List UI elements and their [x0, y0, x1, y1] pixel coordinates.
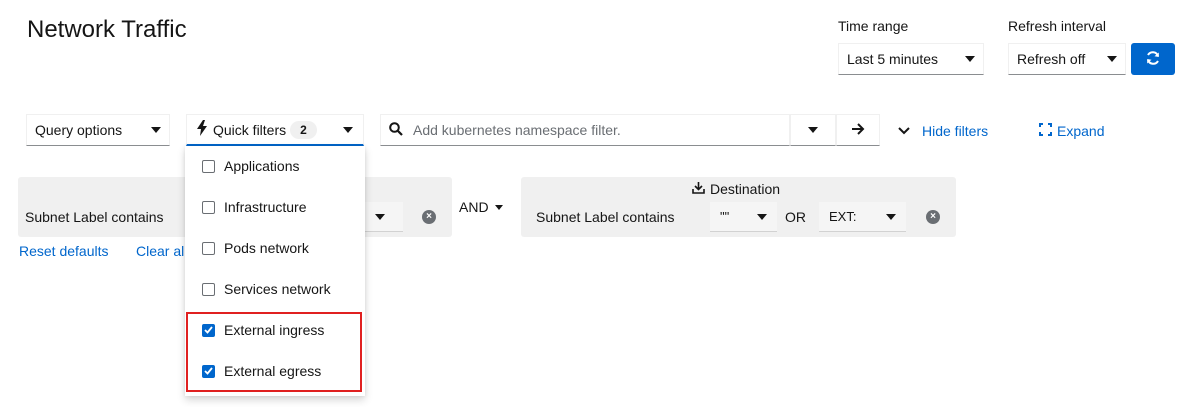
- time-range-label: Time range: [838, 18, 909, 34]
- destination-value1: "": [720, 209, 730, 224]
- refresh-button[interactable]: [1131, 43, 1175, 75]
- destination-title: Destination: [692, 181, 780, 197]
- quick-filters-label: Quick filters: [213, 121, 287, 138]
- time-range-value: Last 5 minutes: [847, 51, 939, 67]
- source-chip-label: Subnet Label contains: [25, 209, 177, 233]
- namespace-filter-search: [380, 114, 790, 146]
- chevron-down-icon: [151, 127, 161, 133]
- destination-value2: EXT:: [829, 209, 857, 224]
- chevron-down-icon: [898, 123, 910, 139]
- page-title: Network Traffic: [27, 16, 187, 43]
- chevron-down-icon: [343, 126, 353, 133]
- hide-filters-label: Hide filters: [922, 123, 989, 139]
- menu-item-label: Services network: [224, 281, 331, 297]
- highlight-annotation-box: [186, 312, 362, 392]
- menu-item-label: Applications: [224, 158, 300, 174]
- expand-label: Expand: [1057, 123, 1105, 139]
- source-value-select[interactable]: [365, 202, 403, 232]
- query-options-select[interactable]: Query options: [26, 114, 170, 146]
- quick-filters-count-badge: 2: [290, 120, 317, 139]
- chevron-down-icon: [494, 204, 503, 210]
- refresh-interval-value: Refresh off: [1017, 51, 1086, 67]
- close-circle-icon: ×: [926, 210, 940, 224]
- quick-filters-toggle[interactable]: Quick filters 2: [186, 114, 364, 146]
- destination-value1-select[interactable]: "": [710, 202, 777, 232]
- or-label: OR: [785, 209, 806, 225]
- chevron-down-icon: [886, 213, 896, 220]
- arrow-right-icon: [851, 122, 865, 139]
- source-clear-button[interactable]: ×: [422, 210, 436, 224]
- quick-filter-infrastructure[interactable]: Infrastructure: [185, 189, 365, 225]
- destination-title-label: Destination: [710, 181, 781, 197]
- bolt-icon: [197, 120, 207, 139]
- checkbox[interactable]: [202, 282, 215, 296]
- filter-type-dropdown-button[interactable]: [790, 114, 836, 146]
- chevron-down-icon: [1107, 56, 1117, 62]
- expand-button[interactable]: Expand: [1039, 123, 1104, 139]
- destination-chip-label: Subnet Label contains: [536, 209, 675, 225]
- quick-filter-services-network[interactable]: Services network: [185, 271, 365, 307]
- checkbox[interactable]: [202, 200, 215, 214]
- menu-item-label: Infrastructure: [224, 199, 307, 215]
- chevron-down-icon: [757, 213, 767, 220]
- apply-filter-button[interactable]: [836, 114, 880, 146]
- reset-defaults-link[interactable]: Reset defaults: [19, 243, 109, 259]
- search-icon: [389, 121, 403, 139]
- chevron-down-icon: [808, 127, 818, 133]
- hide-filters-button[interactable]: Hide filters: [898, 123, 988, 139]
- close-circle-icon: ×: [422, 210, 436, 224]
- refresh-interval-select[interactable]: Refresh off: [1008, 43, 1126, 75]
- expand-icon: [1039, 123, 1052, 139]
- refresh-interval-label: Refresh interval: [1008, 18, 1107, 34]
- clear-all-link[interactable]: Clear all: [136, 243, 185, 259]
- checkbox[interactable]: [202, 241, 215, 255]
- logic-operator-label: AND: [459, 199, 489, 215]
- query-options-label: Query options: [35, 122, 123, 138]
- quick-filter-applications[interactable]: Applications: [185, 148, 365, 184]
- destination-clear-button[interactable]: ×: [926, 210, 940, 224]
- chevron-down-icon: [375, 213, 385, 220]
- logic-operator-select[interactable]: AND: [459, 199, 503, 215]
- checkbox[interactable]: [202, 159, 215, 173]
- time-range-select[interactable]: Last 5 minutes: [838, 43, 984, 75]
- sync-icon: [1145, 50, 1161, 69]
- download-icon: [692, 181, 705, 197]
- quick-filter-pods-network[interactable]: Pods network: [185, 230, 365, 266]
- namespace-filter-input[interactable]: [413, 122, 783, 138]
- destination-value2-select[interactable]: EXT:: [819, 202, 906, 232]
- menu-item-label: Pods network: [224, 240, 309, 256]
- chevron-down-icon: [965, 56, 975, 62]
